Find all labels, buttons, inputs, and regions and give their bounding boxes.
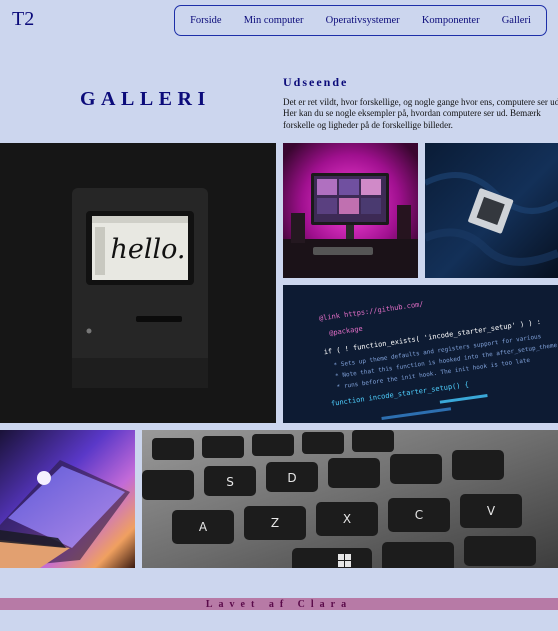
key-c-label: C bbox=[415, 508, 423, 522]
nav-item-forside[interactable]: Forside bbox=[190, 15, 222, 26]
key-x-label: X bbox=[343, 512, 351, 526]
site-logo[interactable]: T2 bbox=[12, 8, 34, 31]
pink-desk-setup-photo bbox=[283, 143, 418, 278]
key-d-label: D bbox=[287, 471, 296, 485]
key-z-label: Z bbox=[271, 516, 279, 530]
nav-item-galleri[interactable]: Galleri bbox=[502, 15, 531, 26]
mac-screen-hello-text: hello. bbox=[110, 234, 185, 265]
section-heading: Udseende bbox=[283, 75, 349, 89]
footer-text: Lavet af Clara bbox=[205, 598, 353, 610]
colorful-laptop-photo bbox=[0, 430, 135, 568]
code-screen-photo: @link https://github.com/ @package if ( … bbox=[283, 285, 558, 423]
cpu-chip-photo bbox=[425, 143, 558, 278]
section-text: Det er ret vildt, hvor forskellige, og n… bbox=[283, 97, 558, 130]
key-a-label: A bbox=[199, 520, 208, 534]
nav-item-komponenter[interactable]: Komponenter bbox=[422, 15, 480, 26]
nav-item-operativsystemer[interactable]: Operativsystemer bbox=[326, 15, 400, 26]
classic-mac-photo: hello. bbox=[0, 143, 276, 423]
page-title: GALLERI bbox=[80, 88, 211, 110]
footer: Lavet af Clara bbox=[0, 598, 558, 610]
main-nav: Forside Min computer Operativsystemer Ko… bbox=[174, 5, 547, 36]
key-s-label: S bbox=[226, 475, 234, 489]
key-v-label: V bbox=[487, 504, 496, 518]
nav-item-min-computer[interactable]: Min computer bbox=[244, 15, 304, 26]
keyboard-closeup-photo: A Z X S D C V bbox=[142, 430, 558, 568]
